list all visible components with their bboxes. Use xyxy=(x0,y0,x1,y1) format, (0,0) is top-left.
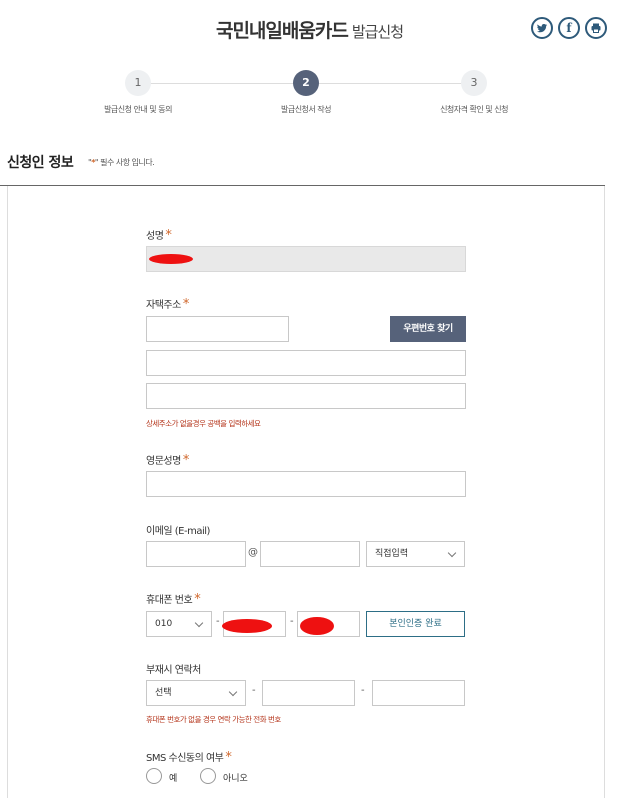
sms-yes-label[interactable]: 예 xyxy=(169,771,177,784)
step-number: 1 xyxy=(125,70,151,96)
share-buttons: f xyxy=(531,17,607,39)
required-star: * xyxy=(182,297,190,312)
print-icon[interactable] xyxy=(585,17,607,39)
address-hint: 상세주소가 없을경우 공백을 입력하세요 xyxy=(146,419,261,428)
step-label: 발급신청서 작성 xyxy=(280,105,332,114)
required-star: * xyxy=(165,228,172,243)
page-title-main: 국민내일배움카드 xyxy=(215,20,349,42)
dash: - xyxy=(361,685,365,696)
email-label: 이메일 (E-mail) xyxy=(146,526,210,537)
section-title: 신청인 정보 xyxy=(7,155,74,171)
required-star: * xyxy=(182,453,190,468)
sms-yes-radio[interactable] xyxy=(146,768,162,784)
alt-contact-hint: 휴대폰 번호가 없을 경우 연락 가능한 전화 번호 xyxy=(146,715,281,724)
address-detail-field[interactable] xyxy=(146,383,466,409)
step-indicator: 1 발급신청 안내 및 동의 2 발급신청서 작성 3 신청자격 확인 및 신청 xyxy=(0,70,619,120)
verify-button[interactable]: 본인인증 완료 xyxy=(366,611,465,637)
phone-label: 휴대폰 번호 * xyxy=(146,592,201,607)
step-number: 3 xyxy=(461,70,487,96)
step-label: 발급신청 안내 및 동의 xyxy=(104,105,172,114)
email-domain-select[interactable]: 직접입력 xyxy=(366,541,465,567)
alt-contact-last-field[interactable] xyxy=(372,680,465,706)
name-field[interactable] xyxy=(146,246,466,272)
redaction-mark xyxy=(222,619,272,633)
step-1: 1 발급신청 안내 및 동의 xyxy=(68,70,208,115)
step-2: 2 발급신청서 작성 xyxy=(236,70,376,115)
alt-contact-label: 부재시 연락처 xyxy=(146,665,201,676)
step-3: 3 신청자격 확인 및 신청 xyxy=(404,70,544,115)
address-field[interactable] xyxy=(146,350,466,376)
required-star: * xyxy=(194,592,201,607)
required-note: "*" 필수 사항 입니다. xyxy=(88,158,155,167)
name-label: 성명 * xyxy=(146,228,172,243)
twitter-icon[interactable] xyxy=(531,17,553,39)
alt-contact-prefix-select[interactable]: 선택 xyxy=(146,680,246,706)
redaction-mark xyxy=(149,254,193,264)
eng-name-label: 영문성명 * xyxy=(146,453,190,468)
email-domain-field[interactable] xyxy=(260,541,360,567)
email-id-field[interactable] xyxy=(146,541,246,567)
page-title-sub: 발급신청 xyxy=(351,23,404,41)
sms-label: SMS 수신동의 여부 * xyxy=(146,750,232,765)
step-label: 신청자격 확인 및 신청 xyxy=(440,105,508,114)
step-number: 2 xyxy=(293,70,319,96)
dash: - xyxy=(252,685,256,696)
dash: - xyxy=(290,616,294,627)
facebook-icon[interactable]: f xyxy=(558,17,580,39)
redaction-mark xyxy=(300,617,334,635)
page-title: 국민내일배움카드 발급신청 xyxy=(0,16,619,43)
dash: - xyxy=(216,616,220,627)
sms-no-radio[interactable] xyxy=(200,768,216,784)
address-label: 자택주소 * xyxy=(146,297,190,312)
phone-prefix-select[interactable]: 010 xyxy=(146,611,212,637)
sms-no-label[interactable]: 아니오 xyxy=(223,771,248,784)
zipcode-field[interactable] xyxy=(146,316,289,342)
zipcode-search-button[interactable]: 우편번호 찾기 xyxy=(390,316,466,342)
required-star: * xyxy=(225,750,232,765)
eng-name-field[interactable] xyxy=(146,471,466,497)
alt-contact-middle-field[interactable] xyxy=(262,680,355,706)
email-at-sign: @ xyxy=(248,547,258,558)
